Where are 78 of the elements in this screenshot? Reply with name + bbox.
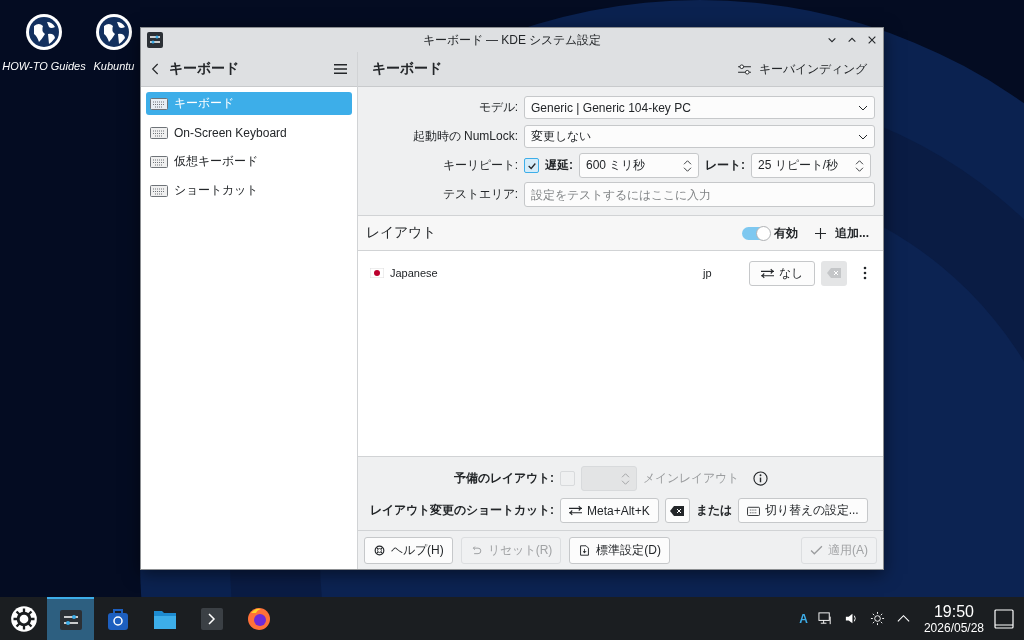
key-repeat-checkbox[interactable]	[524, 158, 539, 173]
swap-icon	[569, 505, 582, 516]
swap-icon	[761, 267, 774, 279]
globe-icon[interactable]	[94, 12, 134, 52]
page-title: キーボード	[372, 60, 442, 78]
back-icon[interactable]	[151, 62, 161, 76]
sidebar-item[interactable]: 仮想キーボード	[146, 150, 352, 173]
model-dropdown[interactable]: Generic | Generic 104-key PC	[524, 96, 875, 119]
layout-code: jp	[703, 267, 713, 279]
info-icon[interactable]	[753, 471, 768, 486]
layout-name: Japanese	[390, 267, 439, 279]
rate-label: レート:	[705, 157, 745, 174]
keyboard-icon	[150, 126, 168, 139]
brightness-icon[interactable]	[869, 611, 885, 626]
toggle-switch[interactable]	[742, 226, 770, 240]
checkmark-icon	[526, 160, 537, 171]
lifebuoy-icon	[373, 544, 386, 556]
rate-spinbox[interactable]: 25 リピート/秒	[751, 153, 871, 178]
document-icon	[578, 544, 592, 556]
up-down-arrows-icon[interactable]	[855, 158, 864, 173]
sidebar-title: キーボード	[169, 60, 239, 78]
field-label: 起動時の NumLock:	[411, 128, 518, 145]
clear-button[interactable]	[664, 498, 690, 523]
add-button[interactable]: 追加...	[810, 222, 873, 244]
field-label: 予備のレイアウト:	[453, 470, 554, 487]
delay-label: 遅延:	[545, 157, 573, 174]
input-method-indicator[interactable]: A	[799, 611, 808, 626]
globe-icon[interactable]	[24, 12, 64, 52]
close-icon[interactable]	[867, 35, 877, 45]
section-title: レイアウト	[366, 224, 436, 242]
shortcut-button[interactable]: なし	[749, 260, 815, 286]
window-title: キーボード — KDE システム設定	[422, 31, 602, 49]
field-label: テストエリア:	[441, 186, 518, 203]
desktop-icon-label[interactable]: HOW-TO Guides	[2, 60, 86, 72]
up-down-arrows-icon[interactable]	[683, 158, 692, 173]
terminal-icon	[199, 606, 224, 631]
flag-icon	[370, 268, 384, 278]
key-bindings-button[interactable]: キーバインディング	[734, 58, 871, 80]
taskbar-app[interactable]	[47, 597, 94, 640]
test-area-field[interactable]: 設定をテストするにはここに入力	[524, 182, 875, 207]
minimize-icon[interactable]	[827, 35, 837, 45]
defaults-button[interactable]: 標準設定(D)	[569, 536, 670, 564]
keyboard-icon	[150, 97, 168, 110]
delay-spinbox[interactable]: 600 ミリ秒	[579, 153, 699, 178]
show-desktop-icon[interactable]	[994, 608, 1014, 629]
sidebar-item[interactable]: ショートカット	[146, 179, 352, 202]
keyboard-icon	[746, 505, 760, 516]
help-button[interactable]: ヘルプ(H)	[364, 536, 453, 564]
more-icon[interactable]	[863, 266, 867, 280]
toggle-label: 有効	[774, 224, 798, 242]
field-label: キーリピート:	[441, 157, 518, 174]
sliders-app-icon	[58, 607, 83, 632]
field-label: モデル:	[477, 99, 518, 116]
clock-time[interactable]: 19:50	[933, 602, 974, 621]
chevron-down-icon	[858, 104, 868, 111]
browser-icon	[246, 606, 271, 631]
main-layout-label: メインレイアウト	[643, 470, 739, 487]
field-label: レイアウト変更のショートカット:	[369, 502, 554, 519]
chevron-down-icon	[858, 133, 868, 140]
checkmark-icon	[810, 544, 823, 556]
shortcut-button[interactable]: Meta+Alt+K	[560, 498, 659, 523]
shopping-bag-icon	[105, 606, 130, 631]
desktop-icon-label[interactable]: Kubuntu	[93, 60, 135, 72]
backspace-icon	[670, 505, 685, 516]
numlock-dropdown[interactable]: 変更しない	[524, 125, 875, 148]
app-launcher-icon[interactable]	[10, 604, 38, 633]
sidebar-item[interactable]: On-Screen Keyboard	[146, 121, 352, 144]
plus-icon	[814, 227, 827, 239]
maximize-icon[interactable]	[847, 35, 857, 45]
keyboard-icon	[150, 184, 168, 197]
network-icon[interactable]	[817, 611, 833, 626]
sliders-icon	[738, 63, 751, 75]
or-label: または	[695, 502, 732, 519]
menu-icon[interactable]	[334, 63, 347, 75]
switching-settings-button[interactable]: 切り替えの設定...	[737, 498, 868, 523]
settings-app-icon	[147, 32, 163, 48]
keyboard-icon	[150, 155, 168, 168]
clock-date[interactable]: 2026/05/28	[923, 620, 984, 635]
